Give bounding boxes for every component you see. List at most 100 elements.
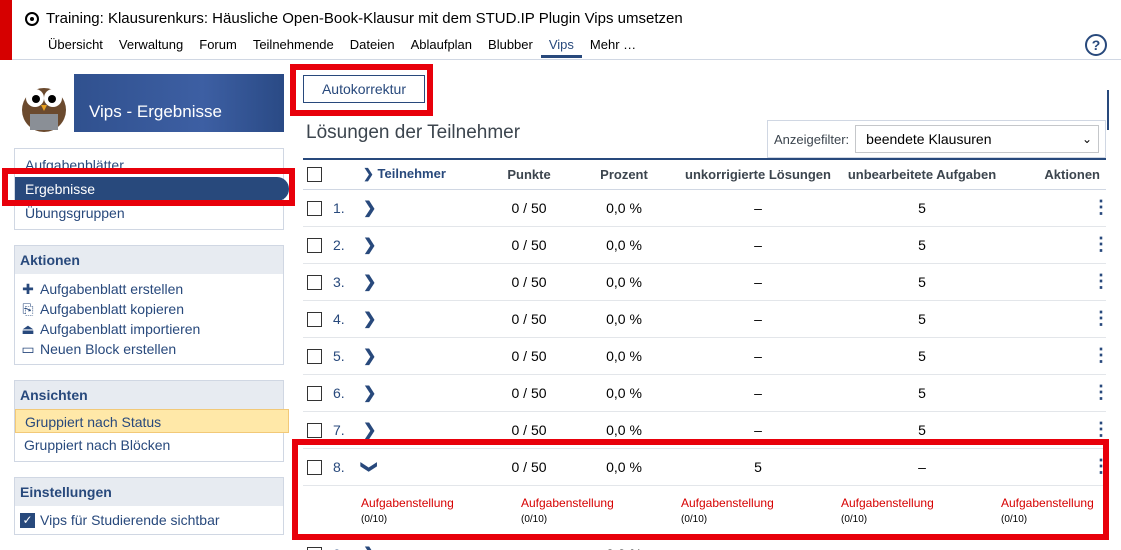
table-row: 1. ❯ 0 / 50 0,0 % – 5 ⋮ [303, 189, 1110, 227]
visibility-label: Vips für Studierende sichtbar [40, 512, 220, 528]
row-checkbox[interactable] [307, 200, 322, 216]
plus-icon: ✚ [22, 281, 34, 297]
table-row: 3. ❯ 0 / 50 0,0 % – 5 ⋮ [303, 263, 1110, 301]
cell-punkte: 0 / 50 [489, 263, 569, 301]
table-header-row: ❯ Teilnehmer Punkte Prozent unkorrigiert… [303, 158, 1106, 190]
cell-unbearbeitet: 5 [837, 189, 1007, 227]
row-checkbox[interactable] [307, 385, 322, 401]
cell-prozent: 0,0 % [569, 374, 679, 412]
cell-unkorrigiert: – [679, 226, 837, 264]
nav-vips[interactable]: Vips [540, 36, 582, 58]
more-actions-icon[interactable]: ⋮ [1092, 420, 1110, 438]
chevron-right-icon[interactable]: ❯ [363, 274, 376, 291]
course-title-text: Training: Klausurenkurs: Häusliche Open-… [46, 10, 683, 27]
row-number: 2. [333, 226, 363, 264]
highlight-autokorrektur [290, 64, 433, 116]
more-actions-icon[interactable]: ⋮ [1092, 383, 1110, 401]
nav-verwaltung[interactable]: Verwaltung [111, 36, 191, 58]
chevron-right-icon[interactable]: ❯ [363, 546, 376, 550]
visibility-checkbox[interactable]: ✓ [20, 512, 35, 528]
col-aktionen: Aktionen [1007, 158, 1106, 190]
action-create-sheet[interactable]: ✚ Aufgabenblatt erstellen [20, 279, 278, 299]
action-copy-sheet[interactable]: ⎘ Aufgabenblatt kopieren [20, 299, 278, 319]
more-actions-icon[interactable]: ⋮ [1092, 346, 1110, 364]
import-icon: ⏏ [21, 321, 35, 337]
help-icon[interactable]: ? [1085, 34, 1107, 56]
nav-blubber[interactable]: Blubber [480, 36, 541, 58]
action-label: Aufgabenblatt kopieren [40, 301, 184, 317]
action-import-sheet[interactable]: ⏏ Aufgabenblatt importieren [20, 319, 278, 339]
highlight-expanded-row [292, 439, 1109, 540]
brand-strip [0, 0, 12, 60]
actions-box: Aktionen ✚ Aufgabenblatt erstellen ⎘ Auf… [14, 245, 284, 365]
nav-uebersicht[interactable]: Übersicht [40, 36, 111, 58]
cell-unbearbeitet: 5 [837, 226, 1007, 264]
row-checkbox[interactable] [307, 311, 322, 327]
col-unkorrigiert: unkorrigierte Lösungen [679, 158, 837, 190]
action-label: Aufgabenblatt erstellen [40, 281, 184, 297]
views-box: Ansichten Gruppiert nach Status Gruppier… [14, 380, 289, 462]
action-new-block[interactable]: ▭ Neuen Block erstellen [20, 339, 278, 359]
table-row: 5. ❯ 0 / 50 0,0 % – 5 ⋮ [303, 337, 1110, 375]
col-punkte: Punkte [489, 158, 569, 190]
table-row: 4. ❯ 0 / 50 0,0 % – 5 ⋮ [303, 300, 1110, 338]
cell-punkte: 0 / 50 [489, 226, 569, 264]
actions-heading: Aktionen [15, 246, 283, 274]
view-by-blocks[interactable]: Gruppiert nach Blöcken [15, 433, 283, 457]
row-number: 5. [333, 337, 363, 375]
row-number: 3. [333, 263, 363, 301]
cell-prozent: 0,0 % [569, 263, 679, 301]
highlight-ergebnisse [2, 168, 295, 206]
cell-punkte: 0 / 50 [489, 337, 569, 375]
row-checkbox[interactable] [307, 274, 322, 290]
chevron-right-icon[interactable]: ❯ [363, 311, 376, 328]
divider [1107, 90, 1109, 130]
cell-prozent: 0,0 % [569, 189, 679, 227]
more-actions-icon[interactable]: ⋮ [1092, 198, 1110, 216]
filter-select[interactable]: beendete Klausuren ⌄ [855, 125, 1099, 153]
cell-unkorrigiert: – [679, 337, 837, 375]
nav-ablaufplan[interactable]: Ablaufplan [403, 36, 480, 58]
action-label: Neuen Block erstellen [40, 341, 177, 357]
sidebar-header: Vips - Ergebnisse [14, 74, 284, 132]
course-title: Training: Klausurenkurs: Häusliche Open-… [24, 10, 683, 27]
chevron-right-icon: ❯ [363, 166, 378, 182]
chevron-right-icon[interactable]: ❯ [363, 237, 376, 254]
course-icon [25, 11, 39, 26]
top-bar: Training: Klausurenkurs: Häusliche Open-… [0, 0, 1121, 60]
select-all-checkbox[interactable] [307, 167, 322, 183]
views-heading: Ansichten [15, 381, 283, 409]
nav-teilnehmende[interactable]: Teilnehmende [245, 36, 342, 58]
chevron-right-icon[interactable]: ❯ [363, 348, 376, 365]
chevron-right-icon[interactable]: ❯ [363, 385, 376, 402]
row-checkbox[interactable] [307, 348, 322, 364]
page-title: Lösungen der Teilnehmer [306, 122, 521, 143]
sidebar: Vips - Ergebnisse Aufgabenblätter Ergebn… [14, 74, 289, 535]
row-checkbox[interactable] [307, 422, 322, 438]
sidebar-title: Vips - Ergebnisse [89, 102, 222, 121]
chevron-right-icon[interactable]: ❯ [363, 422, 376, 439]
cell-punkte: 0 / 50 [489, 300, 569, 338]
more-actions-icon[interactable]: ⋮ [1092, 309, 1110, 327]
chevron-right-icon[interactable]: ❯ [363, 200, 376, 217]
more-actions-icon[interactable]: ⋮ [1092, 235, 1110, 253]
col-unbearbeitet: unbearbeitete Aufgaben [837, 158, 1007, 190]
nav-mehr[interactable]: Mehr … [582, 36, 644, 58]
cell-unkorrigiert: – [679, 263, 837, 301]
filter-label: Anzeigefilter: [774, 131, 850, 147]
nav-dateien[interactable]: Dateien [342, 36, 403, 58]
settings-heading: Einstellungen [15, 478, 283, 506]
col-teilnehmer[interactable]: ❯ Teilnehmer [363, 158, 489, 190]
more-actions-icon[interactable]: ⋮ [1092, 272, 1110, 290]
course-nav: Übersicht Verwaltung Forum Teilnehmende … [40, 36, 644, 58]
filter-value: beendete Klausuren [866, 131, 992, 147]
cell-unkorrigiert: – [679, 300, 837, 338]
row-number: 4. [333, 300, 363, 338]
filter-bar: Anzeigefilter: beendete Klausuren ⌄ [767, 120, 1106, 158]
action-label: Aufgabenblatt importieren [40, 321, 201, 337]
nav-forum[interactable]: Forum [191, 36, 245, 58]
table-row: 6. ❯ 0 / 50 0,0 % – 5 ⋮ [303, 374, 1110, 412]
cell-punkte: 0 / 50 [489, 189, 569, 227]
row-checkbox[interactable] [307, 237, 322, 253]
view-by-status[interactable]: Gruppiert nach Status [15, 409, 289, 433]
